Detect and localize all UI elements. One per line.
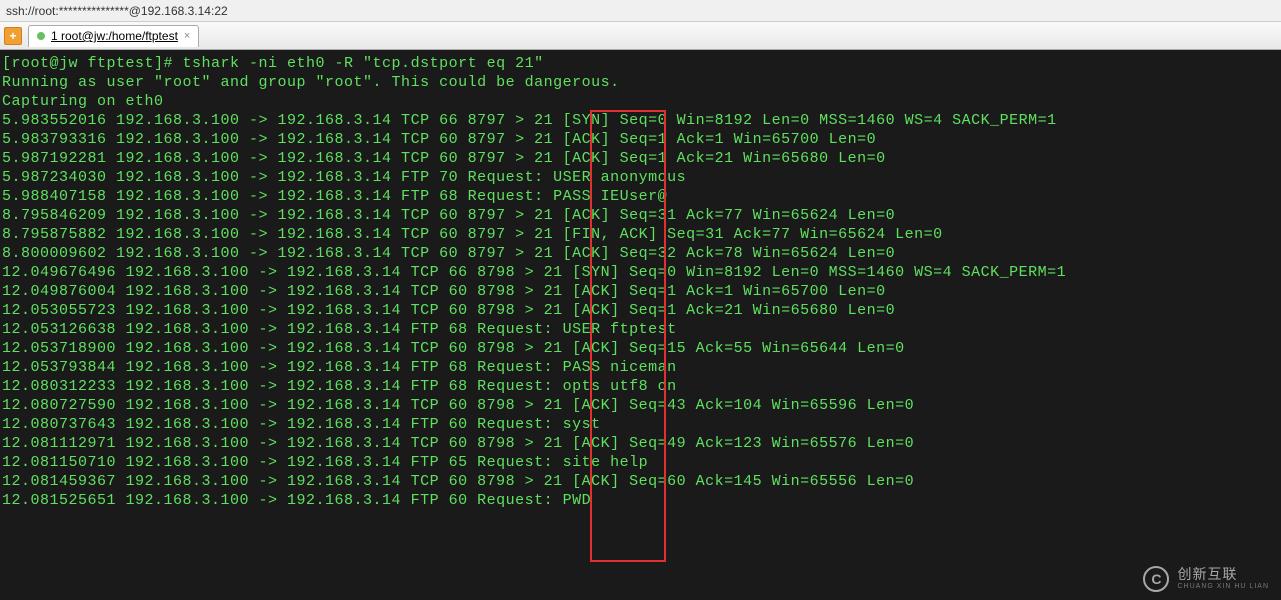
terminal-line: 12.053055723 192.168.3.100 -> 192.168.3.… [2,301,1279,320]
window-title-text: ssh://root:***************@192.168.3.14:… [6,4,228,18]
terminal-line: 12.049876004 192.168.3.100 -> 192.168.3.… [2,282,1279,301]
terminal-line: 12.053718900 192.168.3.100 -> 192.168.3.… [2,339,1279,358]
plus-icon: + [9,29,16,43]
terminal-output[interactable]: [root@jw ftptest]# tshark -ni eth0 -R "t… [0,50,1281,600]
terminal-line: 5.983552016 192.168.3.100 -> 192.168.3.1… [2,111,1279,130]
window-title-bar: ssh://root:***************@192.168.3.14:… [0,0,1281,22]
terminal-line: 8.795875882 192.168.3.100 -> 192.168.3.1… [2,225,1279,244]
terminal-line: 12.053793844 192.168.3.100 -> 192.168.3.… [2,358,1279,377]
add-tab-button[interactable]: + [4,27,22,45]
terminal-line: 12.053126638 192.168.3.100 -> 192.168.3.… [2,320,1279,339]
terminal-line: 12.080312233 192.168.3.100 -> 192.168.3.… [2,377,1279,396]
terminal-line: Running as user "root" and group "root".… [2,73,1279,92]
watermark-en: CHUANG XIN HU LIAN [1177,583,1269,591]
terminal-line: 12.081459367 192.168.3.100 -> 192.168.3.… [2,472,1279,491]
terminal-line: 12.080727590 192.168.3.100 -> 192.168.3.… [2,396,1279,415]
terminal-line: 12.081150710 192.168.3.100 -> 192.168.3.… [2,453,1279,472]
terminal-line: 12.081112971 192.168.3.100 -> 192.168.3.… [2,434,1279,453]
terminal-line: 8.800009602 192.168.3.100 -> 192.168.3.1… [2,244,1279,263]
terminal-line: Capturing on eth0 [2,92,1279,111]
terminal-line: 8.795846209 192.168.3.100 -> 192.168.3.1… [2,206,1279,225]
terminal-line: 12.081525651 192.168.3.100 -> 192.168.3.… [2,491,1279,510]
terminal-line: [root@jw ftptest]# tshark -ni eth0 -R "t… [2,54,1279,73]
tab-bar: + 1 root@jw:/home/ftptest × [0,22,1281,50]
close-icon[interactable]: × [184,30,190,42]
tab-active[interactable]: 1 root@jw:/home/ftptest × [28,25,199,47]
status-dot-icon [37,32,45,40]
watermark-logo-icon: C [1143,566,1169,592]
terminal-line: 5.987192281 192.168.3.100 -> 192.168.3.1… [2,149,1279,168]
watermark: C 创新互联 CHUANG XIN HU LIAN [1143,566,1269,592]
terminal-line: 12.080737643 192.168.3.100 -> 192.168.3.… [2,415,1279,434]
terminal-line: 5.987234030 192.168.3.100 -> 192.168.3.1… [2,168,1279,187]
terminal-line: 5.988407158 192.168.3.100 -> 192.168.3.1… [2,187,1279,206]
terminal-line: 5.983793316 192.168.3.100 -> 192.168.3.1… [2,130,1279,149]
tab-label: 1 root@jw:/home/ftptest [51,29,178,43]
terminal-line: 12.049676496 192.168.3.100 -> 192.168.3.… [2,263,1279,282]
watermark-cn: 创新互联 [1177,567,1269,582]
